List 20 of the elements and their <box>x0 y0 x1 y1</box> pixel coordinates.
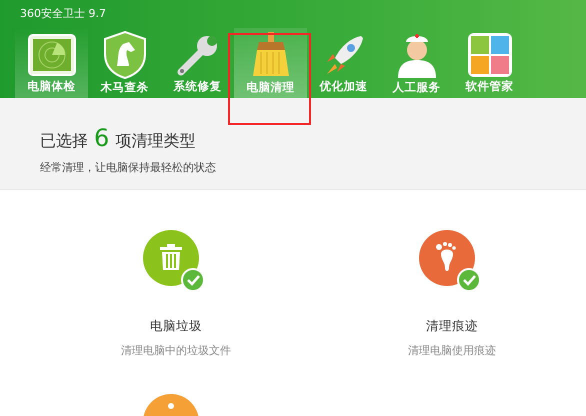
app-grid-icon <box>466 32 512 78</box>
trash-icon <box>160 244 182 270</box>
selected-count: 6 <box>94 124 110 152</box>
footprint-icon <box>436 242 456 271</box>
category-description: 清理电脑使用痕迹 <box>408 343 496 358</box>
nav-tab[interactable]: 人工服务 <box>380 28 453 98</box>
nav-tab[interactable]: 木马查杀 <box>88 28 161 98</box>
category-name: 清理痕迹 <box>426 318 478 335</box>
nav-tab[interactable]: 软件管家 <box>453 28 526 98</box>
radar-icon <box>26 32 76 76</box>
summary-subtitle: 经常清理，让电脑保持最轻松的状态 <box>40 160 217 175</box>
horse-shield-icon <box>102 30 146 80</box>
category-description: 清理电脑中的垃圾文件 <box>121 343 231 358</box>
nav-tab[interactable]: 优化加速 <box>307 28 380 98</box>
nav-tab[interactable]: 电脑清理 <box>234 28 307 98</box>
category-name: 电脑垃圾 <box>150 318 202 335</box>
nav-tab[interactable]: 系统修复 <box>161 28 234 98</box>
summary-label: 项清理类型 <box>115 131 196 152</box>
window-title: 360安全卫士 9.7 <box>20 6 106 21</box>
summary-label: 已选择 <box>40 131 88 152</box>
